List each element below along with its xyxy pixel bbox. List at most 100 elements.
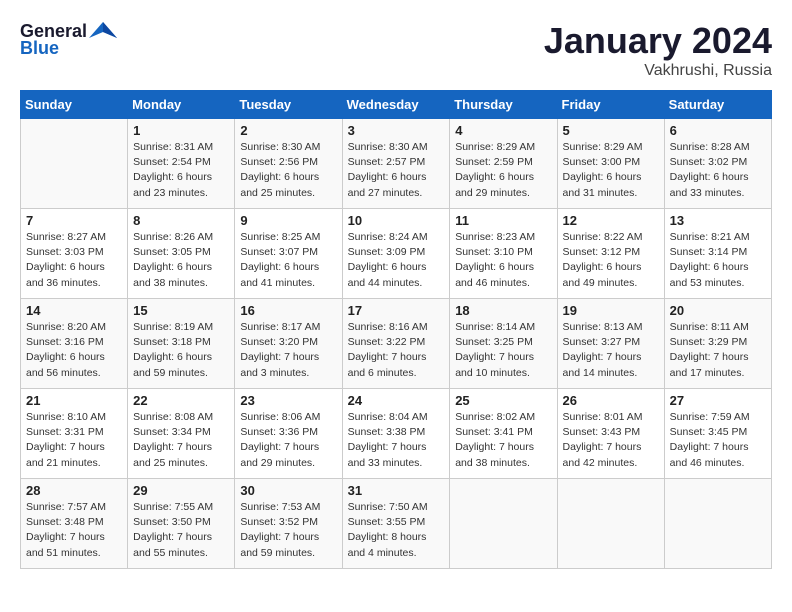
day-info: Sunrise: 8:04 AM Sunset: 3:38 PM Dayligh… bbox=[348, 410, 445, 471]
day-number: 12 bbox=[563, 213, 659, 228]
day-info: Sunrise: 8:06 AM Sunset: 3:36 PM Dayligh… bbox=[240, 410, 336, 471]
day-of-week-header: Tuesday bbox=[235, 91, 342, 119]
calendar-cell: 12 Sunrise: 8:22 AM Sunset: 3:12 PM Dayli… bbox=[557, 209, 664, 299]
day-number: 7 bbox=[26, 213, 122, 228]
calendar-cell: 5 Sunrise: 8:29 AM Sunset: 3:00 PM Daylig… bbox=[557, 119, 664, 209]
calendar-cell: 19 Sunrise: 8:13 AM Sunset: 3:27 PM Dayli… bbox=[557, 299, 664, 389]
day-number: 9 bbox=[240, 213, 336, 228]
day-info: Sunrise: 8:10 AM Sunset: 3:31 PM Dayligh… bbox=[26, 410, 122, 471]
day-number: 24 bbox=[348, 393, 445, 408]
day-number: 2 bbox=[240, 123, 336, 138]
day-info: Sunrise: 8:02 AM Sunset: 3:41 PM Dayligh… bbox=[455, 410, 551, 471]
day-info: Sunrise: 7:59 AM Sunset: 3:45 PM Dayligh… bbox=[670, 410, 766, 471]
day-number: 1 bbox=[133, 123, 229, 138]
logo-bird-icon bbox=[89, 20, 117, 42]
calendar-table: SundayMondayTuesdayWednesdayThursdayFrid… bbox=[20, 90, 772, 569]
day-info: Sunrise: 8:27 AM Sunset: 3:03 PM Dayligh… bbox=[26, 230, 122, 291]
day-number: 14 bbox=[26, 303, 122, 318]
calendar-cell: 13Sunrise: 8:21 AM Sunset: 3:14 PM Dayli… bbox=[664, 209, 771, 299]
day-number: 17 bbox=[348, 303, 445, 318]
day-info: Sunrise: 8:22 AM Sunset: 3:12 PM Dayligh… bbox=[563, 230, 659, 291]
day-info: Sunrise: 8:26 AM Sunset: 3:05 PM Dayligh… bbox=[133, 230, 229, 291]
day-info: Sunrise: 8:25 AM Sunset: 3:07 PM Dayligh… bbox=[240, 230, 336, 291]
day-number: 30 bbox=[240, 483, 336, 498]
day-info: Sunrise: 8:29 AM Sunset: 3:00 PM Dayligh… bbox=[563, 140, 659, 201]
calendar-cell: 1 Sunrise: 8:31 AM Sunset: 2:54 PM Daylig… bbox=[128, 119, 235, 209]
day-info: Sunrise: 8:20 AM Sunset: 3:16 PM Dayligh… bbox=[26, 320, 122, 381]
day-info: Sunrise: 8:19 AM Sunset: 3:18 PM Dayligh… bbox=[133, 320, 229, 381]
calendar-cell: 18Sunrise: 8:14 AM Sunset: 3:25 PM Dayli… bbox=[450, 299, 557, 389]
calendar-cell: 11Sunrise: 8:23 AM Sunset: 3:10 PM Dayli… bbox=[450, 209, 557, 299]
day-info: Sunrise: 7:55 AM Sunset: 3:50 PM Dayligh… bbox=[133, 500, 229, 561]
day-info: Sunrise: 8:28 AM Sunset: 3:02 PM Dayligh… bbox=[670, 140, 766, 201]
day-info: Sunrise: 8:24 AM Sunset: 3:09 PM Dayligh… bbox=[348, 230, 445, 291]
logo: General Blue bbox=[20, 20, 117, 59]
calendar-cell: 29Sunrise: 7:55 AM Sunset: 3:50 PM Dayli… bbox=[128, 479, 235, 569]
calendar-cell: 28 Sunrise: 7:57 AM Sunset: 3:48 PM Dayli… bbox=[21, 479, 128, 569]
day-info: Sunrise: 8:31 AM Sunset: 2:54 PM Dayligh… bbox=[133, 140, 229, 201]
day-number: 4 bbox=[455, 123, 551, 138]
calendar-cell: 24 Sunrise: 8:04 AM Sunset: 3:38 PM Dayli… bbox=[342, 389, 450, 479]
day-number: 3 bbox=[348, 123, 445, 138]
day-info: Sunrise: 8:30 AM Sunset: 2:56 PM Dayligh… bbox=[240, 140, 336, 201]
day-info: Sunrise: 7:50 AM Sunset: 3:55 PM Dayligh… bbox=[348, 500, 445, 561]
calendar-cell: 3 Sunrise: 8:30 AM Sunset: 2:57 PM Daylig… bbox=[342, 119, 450, 209]
day-number: 6 bbox=[670, 123, 766, 138]
calendar-subtitle: Vakhrushi, Russia bbox=[544, 62, 772, 80]
calendar-cell bbox=[21, 119, 128, 209]
calendar-cell: 27 Sunrise: 7:59 AM Sunset: 3:45 PM Dayli… bbox=[664, 389, 771, 479]
day-of-week-header: Friday bbox=[557, 91, 664, 119]
day-of-week-header: Monday bbox=[128, 91, 235, 119]
calendar-cell: 8Sunrise: 8:26 AM Sunset: 3:05 PM Daylig… bbox=[128, 209, 235, 299]
calendar-cell: 6 Sunrise: 8:28 AM Sunset: 3:02 PM Daylig… bbox=[664, 119, 771, 209]
calendar-cell: 21Sunrise: 8:10 AM Sunset: 3:31 PM Dayli… bbox=[21, 389, 128, 479]
calendar-week-row: 28 Sunrise: 7:57 AM Sunset: 3:48 PM Dayli… bbox=[21, 479, 772, 569]
calendar-week-row: 1 Sunrise: 8:31 AM Sunset: 2:54 PM Daylig… bbox=[21, 119, 772, 209]
page-header: General Blue January 2024 Vakhrushi, Rus… bbox=[20, 20, 772, 80]
day-number: 11 bbox=[455, 213, 551, 228]
calendar-cell bbox=[664, 479, 771, 569]
calendar-week-row: 21Sunrise: 8:10 AM Sunset: 3:31 PM Dayli… bbox=[21, 389, 772, 479]
day-number: 15 bbox=[133, 303, 229, 318]
day-info: Sunrise: 8:29 AM Sunset: 2:59 PM Dayligh… bbox=[455, 140, 551, 201]
day-info: Sunrise: 8:01 AM Sunset: 3:43 PM Dayligh… bbox=[563, 410, 659, 471]
day-number: 18 bbox=[455, 303, 551, 318]
calendar-title: January 2024 bbox=[544, 20, 772, 62]
day-number: 19 bbox=[563, 303, 659, 318]
day-number: 27 bbox=[670, 393, 766, 408]
day-info: Sunrise: 8:13 AM Sunset: 3:27 PM Dayligh… bbox=[563, 320, 659, 381]
day-info: Sunrise: 8:11 AM Sunset: 3:29 PM Dayligh… bbox=[670, 320, 766, 381]
day-number: 5 bbox=[563, 123, 659, 138]
calendar-cell: 16 Sunrise: 8:17 AM Sunset: 3:20 PM Dayli… bbox=[235, 299, 342, 389]
calendar-cell: 17Sunrise: 8:16 AM Sunset: 3:22 PM Dayli… bbox=[342, 299, 450, 389]
day-number: 28 bbox=[26, 483, 122, 498]
day-info: Sunrise: 8:30 AM Sunset: 2:57 PM Dayligh… bbox=[348, 140, 445, 201]
calendar-cell: 20 Sunrise: 8:11 AM Sunset: 3:29 PM Dayli… bbox=[664, 299, 771, 389]
day-number: 13 bbox=[670, 213, 766, 228]
day-number: 31 bbox=[348, 483, 445, 498]
day-number: 10 bbox=[348, 213, 445, 228]
calendar-week-row: 14 Sunrise: 8:20 AM Sunset: 3:16 PM Dayli… bbox=[21, 299, 772, 389]
calendar-cell: 14 Sunrise: 8:20 AM Sunset: 3:16 PM Dayli… bbox=[21, 299, 128, 389]
day-number: 20 bbox=[670, 303, 766, 318]
calendar-cell: 30 Sunrise: 7:53 AM Sunset: 3:52 PM Dayli… bbox=[235, 479, 342, 569]
day-number: 23 bbox=[240, 393, 336, 408]
calendar-cell: 4 Sunrise: 8:29 AM Sunset: 2:59 PM Daylig… bbox=[450, 119, 557, 209]
day-of-week-header: Sunday bbox=[21, 91, 128, 119]
day-info: Sunrise: 7:53 AM Sunset: 3:52 PM Dayligh… bbox=[240, 500, 336, 561]
day-info: Sunrise: 8:17 AM Sunset: 3:20 PM Dayligh… bbox=[240, 320, 336, 381]
day-number: 16 bbox=[240, 303, 336, 318]
day-info: Sunrise: 8:08 AM Sunset: 3:34 PM Dayligh… bbox=[133, 410, 229, 471]
calendar-cell: 10 Sunrise: 8:24 AM Sunset: 3:09 PM Dayli… bbox=[342, 209, 450, 299]
calendar-cell: 9 Sunrise: 8:25 AM Sunset: 3:07 PM Daylig… bbox=[235, 209, 342, 299]
calendar-cell bbox=[450, 479, 557, 569]
day-info: Sunrise: 7:57 AM Sunset: 3:48 PM Dayligh… bbox=[26, 500, 122, 561]
calendar-cell: 23 Sunrise: 8:06 AM Sunset: 3:36 PM Dayli… bbox=[235, 389, 342, 479]
calendar-week-row: 7 Sunrise: 8:27 AM Sunset: 3:03 PM Daylig… bbox=[21, 209, 772, 299]
day-of-week-header: Saturday bbox=[664, 91, 771, 119]
calendar-header-row: SundayMondayTuesdayWednesdayThursdayFrid… bbox=[21, 91, 772, 119]
calendar-cell: 2 Sunrise: 8:30 AM Sunset: 2:56 PM Daylig… bbox=[235, 119, 342, 209]
calendar-cell: 25Sunrise: 8:02 AM Sunset: 3:41 PM Dayli… bbox=[450, 389, 557, 479]
title-block: January 2024 Vakhrushi, Russia bbox=[544, 20, 772, 80]
day-number: 22 bbox=[133, 393, 229, 408]
